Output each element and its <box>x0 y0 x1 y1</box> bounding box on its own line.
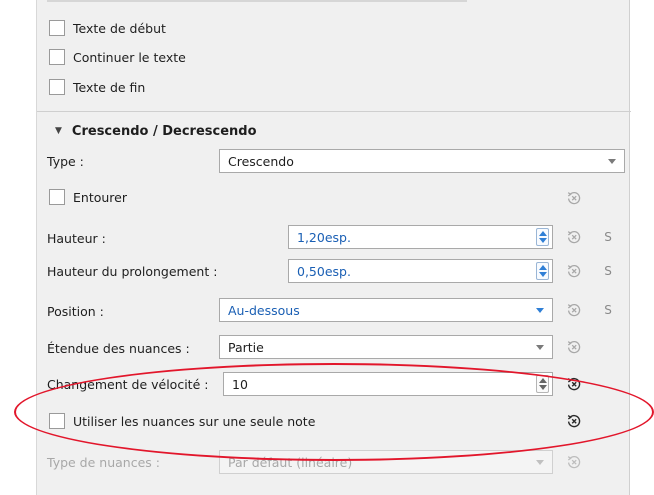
type-select[interactable]: Crescendo <box>219 149 625 173</box>
dynamic-type-value: Par défaut (linéaire) <box>228 454 353 470</box>
top-divider <box>47 0 467 2</box>
section-header-hairpin[interactable]: ▼ Crescendo / Decrescendo <box>55 120 257 142</box>
reset-single-note-icon[interactable] <box>565 412 583 430</box>
height-stepper[interactable] <box>536 228 549 246</box>
frame-checkbox[interactable] <box>49 189 65 205</box>
height-value: 1,20esp. <box>297 229 351 245</box>
continue-height-stepper[interactable] <box>536 262 549 280</box>
velocity-change-value: 10 <box>232 376 248 392</box>
position-label: Position : <box>47 303 104 319</box>
dynamic-range-label: Étendue des nuances : <box>47 340 190 356</box>
reset-velocity-change-icon[interactable] <box>565 375 583 393</box>
dynamic-type-label: Type de nuances : <box>47 454 160 470</box>
position-value: Au-dessous <box>228 302 300 318</box>
position-style-button[interactable]: S <box>601 301 615 319</box>
reset-dynamic-type-icon[interactable] <box>565 453 583 471</box>
section-title: Crescendo / Decrescendo <box>71 123 257 139</box>
end-text-checkbox-row[interactable]: Texte de fin <box>49 76 145 98</box>
frame-checkbox-row[interactable]: Entourer <box>49 186 127 208</box>
continue-height-label: Hauteur du prolongement : <box>47 263 218 279</box>
velocity-change-label: Changement de vélocité : <box>47 376 209 392</box>
reset-height-icon[interactable] <box>565 228 583 246</box>
start-text-checkbox[interactable] <box>49 20 65 36</box>
height-label: Hauteur : <box>47 230 106 246</box>
continue-height-style-button[interactable]: S <box>601 262 615 280</box>
section-divider <box>37 111 631 112</box>
chevron-down-icon <box>536 460 544 465</box>
end-text-checkbox[interactable] <box>49 79 65 95</box>
continue-text-checkbox-row[interactable]: Continuer le texte <box>49 46 186 68</box>
dynamic-range-value: Partie <box>228 339 264 355</box>
chevron-down-icon <box>536 345 544 350</box>
reset-dynamic-range-icon[interactable] <box>565 338 583 356</box>
velocity-change-spinbox[interactable]: 10 <box>223 372 553 396</box>
chevron-down-icon <box>536 308 544 313</box>
dynamic-type-select[interactable]: Par défaut (linéaire) <box>219 450 553 474</box>
height-style-button[interactable]: S <box>601 228 615 246</box>
start-text-label: Texte de début <box>73 20 166 36</box>
single-note-checkbox[interactable] <box>49 413 65 429</box>
height-spinbox[interactable]: 1,20esp. <box>288 225 553 249</box>
dynamic-range-select[interactable]: Partie <box>219 335 553 359</box>
start-text-checkbox-row[interactable]: Texte de début <box>49 17 166 39</box>
properties-panel: Texte de début Continuer le texte Texte … <box>36 0 631 495</box>
single-note-checkbox-row[interactable]: Utiliser les nuances sur une seule note <box>49 410 315 432</box>
type-value: Crescendo <box>228 153 294 169</box>
frame-label: Entourer <box>73 189 127 205</box>
velocity-change-stepper[interactable] <box>536 375 549 393</box>
continue-text-checkbox[interactable] <box>49 49 65 65</box>
reset-frame-icon[interactable] <box>565 189 583 207</box>
triangle-down-icon[interactable]: ▼ <box>55 126 62 136</box>
continue-height-value: 0,50esp. <box>297 263 351 279</box>
reset-position-icon[interactable] <box>565 301 583 319</box>
continue-text-label: Continuer le texte <box>73 49 186 65</box>
chevron-down-icon <box>608 159 616 164</box>
continue-height-spinbox[interactable]: 0,50esp. <box>288 259 553 283</box>
position-select[interactable]: Au-dessous <box>219 298 553 322</box>
type-label: Type : <box>47 153 84 169</box>
reset-continue-height-icon[interactable] <box>565 262 583 280</box>
single-note-label: Utiliser les nuances sur une seule note <box>73 413 316 429</box>
end-text-label: Texte de fin <box>73 79 146 95</box>
